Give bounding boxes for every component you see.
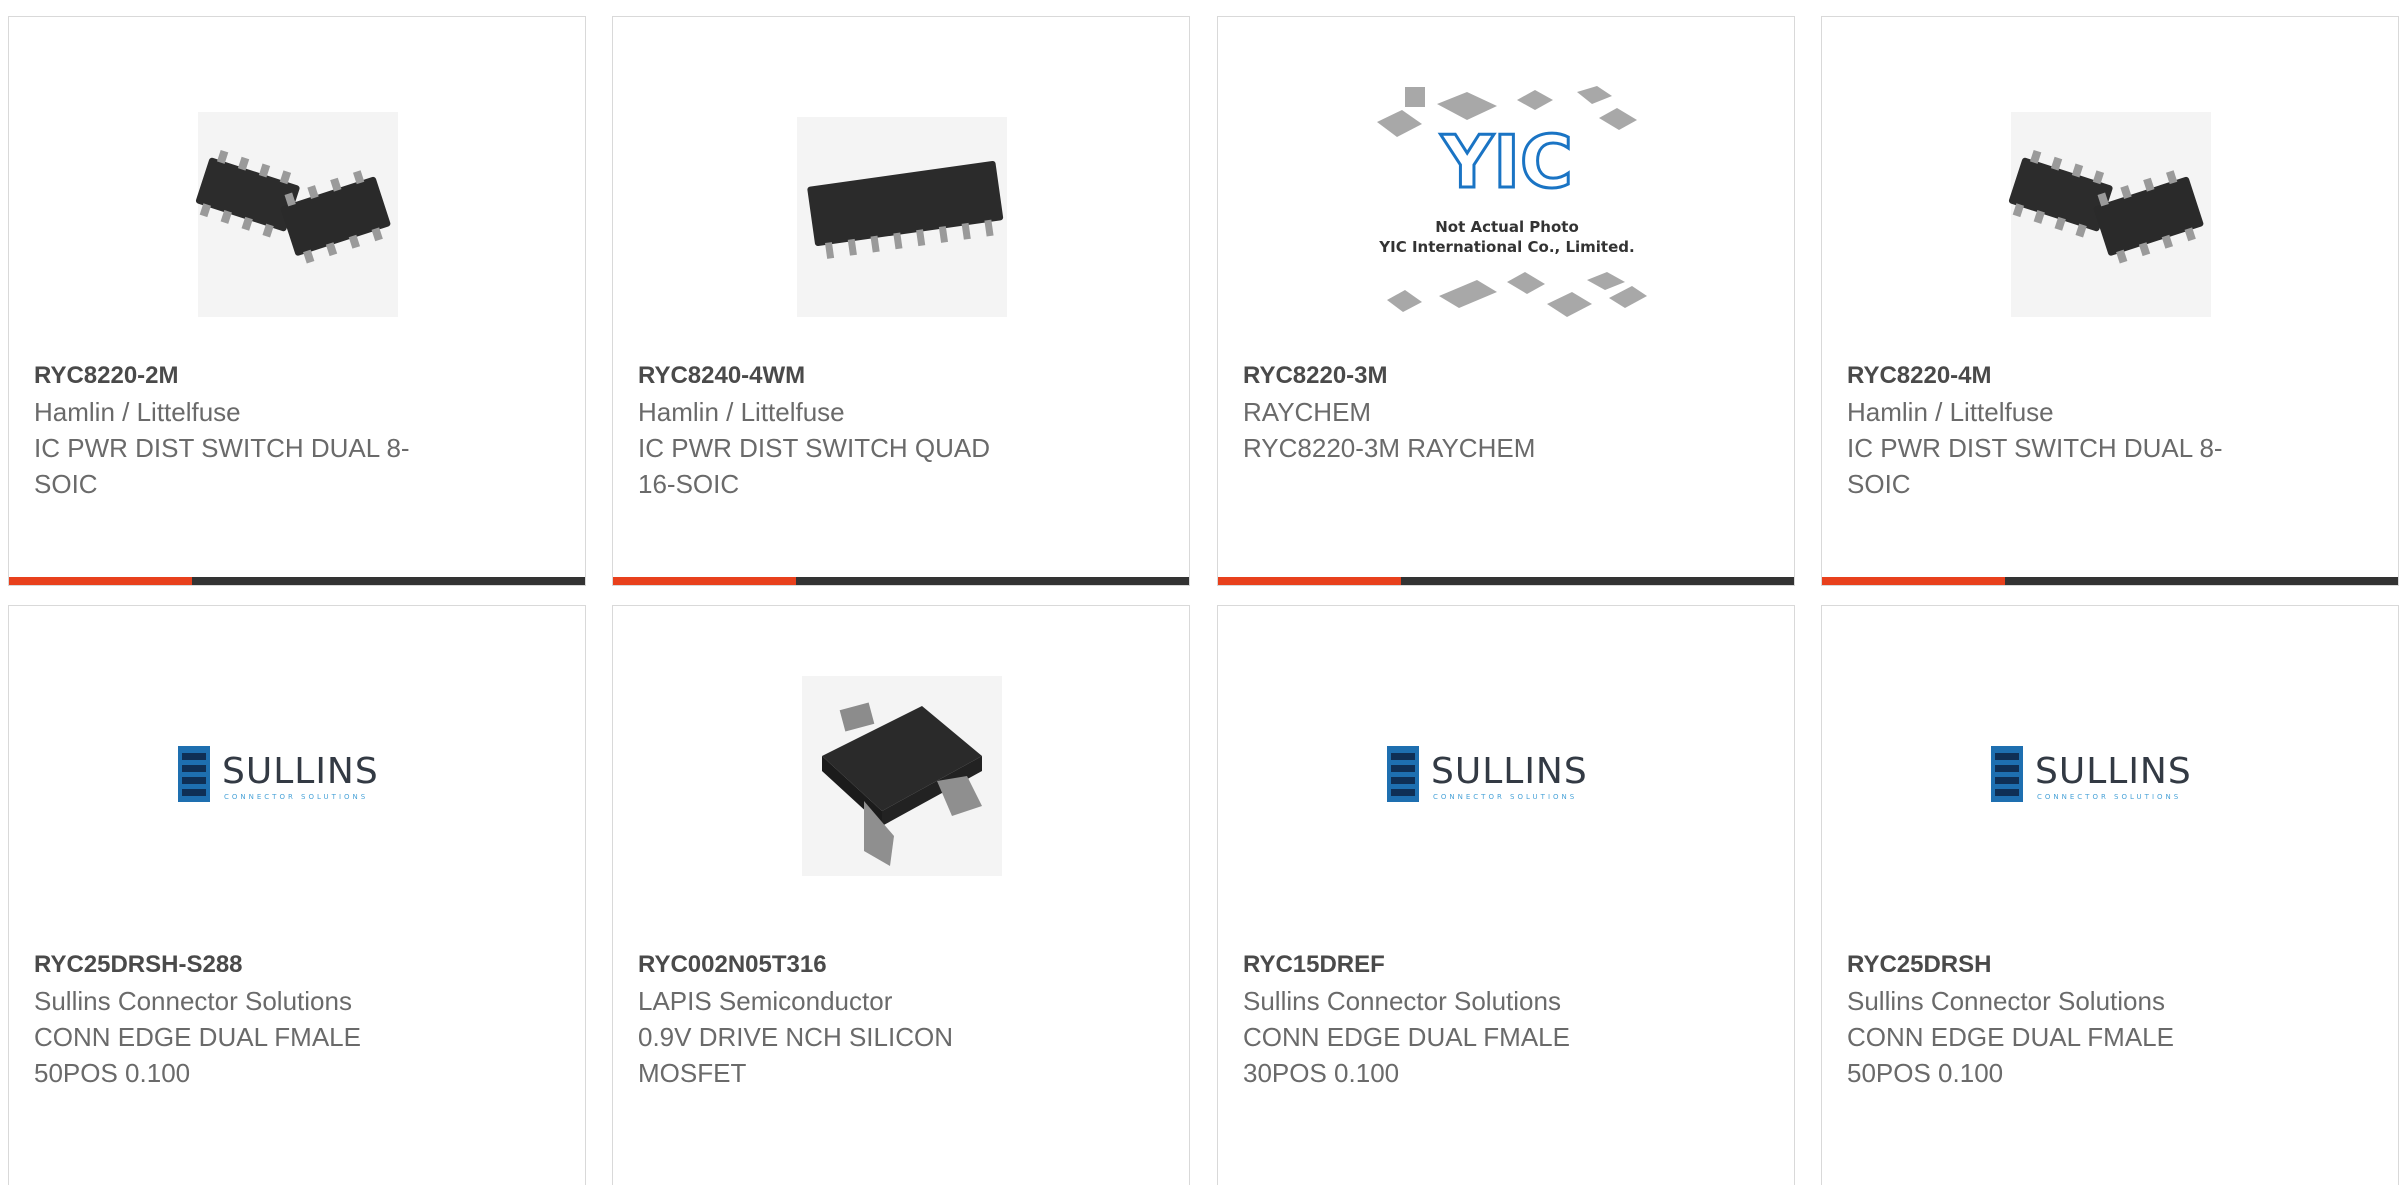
product-image[interactable]: YIC Not Actual Photo YIC International C…	[1218, 57, 1794, 357]
yic-logo: YIC	[1440, 120, 1573, 204]
placeholder-image-icon: YIC Not Actual Photo YIC International C…	[1377, 86, 1647, 317]
product-image[interactable]	[613, 626, 1189, 926]
sullins-logo-text: SULLINS	[222, 751, 379, 792]
card-bottom-bar	[1822, 577, 2398, 585]
product-card[interactable]: SULLINS CONNECTOR SOLUTIONS RYC25DRSH Su…	[1821, 605, 2399, 1185]
product-description: IC PWR DIST SWITCH DUAL 8- SOIC	[1847, 433, 2223, 499]
product-description: CONN EDGE DUAL FMALE 50POS 0.100	[34, 1022, 361, 1088]
product-image[interactable]: SULLINS CONNECTOR SOLUTIONS	[1822, 626, 2398, 926]
image-caption: YIC International Co., Limited.	[1378, 238, 1634, 256]
sullins-logo-text: SULLINS	[2035, 751, 2192, 792]
product-card[interactable]: RYC002N05T316 LAPIS Semiconductor 0.9V D…	[612, 605, 1190, 1185]
card-bottom-bar	[1218, 577, 1794, 585]
product-image[interactable]: SULLINS CONNECTOR SOLUTIONS	[1218, 626, 1794, 926]
card-accent-bar	[613, 577, 796, 585]
sullins-logo-icon: SULLINS CONNECTOR SOLUTIONS	[1387, 746, 1588, 802]
sullins-logo-subtext: CONNECTOR SOLUTIONS	[1433, 793, 1577, 801]
product-description: IC PWR DIST SWITCH QUAD 16-SOIC	[638, 433, 990, 499]
product-description: CONN EDGE DUAL FMALE 50POS 0.100	[1847, 1022, 2174, 1088]
sullins-logo-text: SULLINS	[1431, 751, 1588, 792]
product-image[interactable]	[613, 67, 1189, 367]
sot-transistor-icon	[802, 676, 1002, 876]
product-manufacturer: Hamlin / Littelfuse	[34, 397, 241, 427]
soic8-chip-icon	[2008, 112, 2211, 317]
product-card[interactable]: RYC8240-4WM Hamlin / Littelfuse IC PWR D…	[612, 16, 1190, 586]
product-part-number[interactable]: RYC8220-3M	[1243, 357, 1673, 394]
sullins-logo-subtext: CONNECTOR SOLUTIONS	[2037, 793, 2181, 801]
product-part-number[interactable]: RYC25DRSH	[1847, 946, 2277, 983]
product-description: CONN EDGE DUAL FMALE 30POS 0.100	[1243, 1022, 1570, 1088]
product-card[interactable]: SULLINS CONNECTOR SOLUTIONS RYC15DREF Su…	[1217, 605, 1795, 1185]
product-card[interactable]: RYC8220-4M Hamlin / Littelfuse IC PWR DI…	[1821, 16, 2399, 586]
sullins-logo-subtext: CONNECTOR SOLUTIONS	[224, 793, 368, 801]
product-card[interactable]: SULLINS CONNECTOR SOLUTIONS RYC25DRSH-S2…	[8, 605, 586, 1185]
product-grid: RYC8220-2M Hamlin / Littelfuse IC PWR DI…	[8, 16, 2400, 1185]
product-part-number[interactable]: RYC8220-4M	[1847, 357, 2277, 394]
product-image[interactable]	[9, 67, 585, 367]
sullins-logo-icon: SULLINS CONNECTOR SOLUTIONS	[178, 746, 379, 802]
soic16-chip-icon	[797, 117, 1007, 317]
product-image[interactable]	[1822, 67, 2398, 367]
product-part-number[interactable]: RYC8240-4WM	[638, 357, 1068, 394]
product-manufacturer: Hamlin / Littelfuse	[1847, 397, 2054, 427]
product-image[interactable]: SULLINS CONNECTOR SOLUTIONS	[9, 626, 585, 926]
card-bottom-bar	[613, 577, 1189, 585]
soic8-chip-icon	[195, 112, 398, 317]
product-manufacturer: Hamlin / Littelfuse	[638, 397, 845, 427]
card-accent-bar	[1218, 577, 1401, 585]
product-manufacturer: LAPIS Semiconductor	[638, 986, 893, 1016]
product-description: IC PWR DIST SWITCH DUAL 8- SOIC	[34, 433, 410, 499]
image-caption: Not Actual Photo	[1435, 218, 1579, 236]
product-description: RYC8220-3M RAYCHEM	[1243, 433, 1536, 463]
product-manufacturer: Sullins Connector Solutions	[1847, 986, 2165, 1016]
product-manufacturer: Sullins Connector Solutions	[1243, 986, 1561, 1016]
product-card[interactable]: YIC Not Actual Photo YIC International C…	[1217, 16, 1795, 586]
product-part-number[interactable]: RYC25DRSH-S288	[34, 946, 464, 983]
product-part-number[interactable]: RYC002N05T316	[638, 946, 1068, 983]
card-accent-bar	[9, 577, 192, 585]
card-accent-bar	[1822, 577, 2005, 585]
product-part-number[interactable]: RYC8220-2M	[34, 357, 464, 394]
product-card[interactable]: RYC8220-2M Hamlin / Littelfuse IC PWR DI…	[8, 16, 586, 586]
sullins-logo-icon: SULLINS CONNECTOR SOLUTIONS	[1991, 746, 2192, 802]
product-description: 0.9V DRIVE NCH SILICON MOSFET	[638, 1022, 953, 1088]
product-part-number[interactable]: RYC15DREF	[1243, 946, 1673, 983]
product-manufacturer: RAYCHEM	[1243, 397, 1372, 427]
card-bottom-bar	[9, 577, 585, 585]
product-manufacturer: Sullins Connector Solutions	[34, 986, 352, 1016]
